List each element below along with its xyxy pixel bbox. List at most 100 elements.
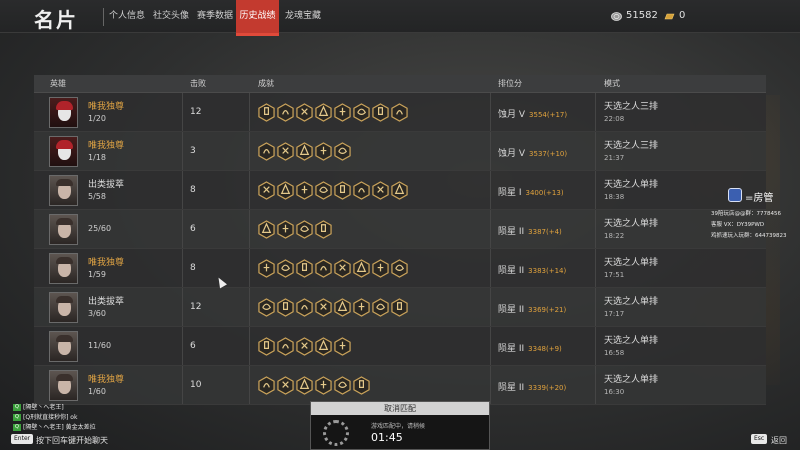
table-row[interactable]: 唯我独尊 1/59 8 陨星 II 3383(+14) 天选之人单排 17:51 [34, 249, 766, 288]
achievement-badge-icon[interactable] [372, 181, 389, 200]
achievement-badge-icon[interactable] [372, 103, 389, 122]
rank-name: 陨星 I [498, 188, 522, 198]
game-mode: 天选之人三排 [604, 102, 659, 112]
achievement-badge-icon[interactable] [315, 259, 332, 278]
chat-line: Q [Q刑就直接秒你] ok [13, 412, 77, 421]
match-time: 16:30 [604, 388, 625, 396]
game-mode: 天选之人三排 [604, 141, 659, 151]
tab-match-history[interactable]: 历史战绩 [236, 0, 279, 36]
kill-count: 8 [190, 185, 196, 195]
achievement-badge-icon[interactable] [258, 376, 275, 395]
achievement-list [258, 298, 410, 318]
achievement-badge-icon[interactable] [277, 220, 294, 239]
table-row[interactable]: 出类拔萃 5/58 8 陨星 I 3400(+13) 天选之人单排 18:38 [34, 171, 766, 210]
col-kills: 击败 [190, 79, 206, 88]
column-divider [595, 327, 596, 365]
chat-text: [Q刑就直接秒你] ok [23, 414, 78, 421]
achievement-badge-icon[interactable] [277, 337, 294, 356]
achievement-badge-icon[interactable] [391, 181, 408, 200]
placement-record: 1/18 [88, 153, 106, 162]
column-divider [595, 132, 596, 170]
achievement-badge-icon[interactable] [315, 337, 332, 356]
achievement-badge-icon[interactable] [334, 376, 351, 395]
tab-season-data[interactable]: 赛季数据 [194, 0, 236, 33]
achievement-badge-icon[interactable] [258, 142, 275, 161]
achievement-badge-icon[interactable] [315, 142, 332, 161]
achievement-badge-icon[interactable] [296, 142, 313, 161]
col-rank-score: 排位分 [498, 79, 522, 88]
match-time: 18:22 [604, 232, 625, 240]
rank-score: 3537(+10) [529, 150, 568, 158]
achievement-badge-icon[interactable] [372, 259, 389, 278]
achievement-badge-icon[interactable] [391, 298, 408, 317]
back-button[interactable]: 返回 [771, 435, 787, 446]
achievement-badge-icon[interactable] [315, 220, 332, 239]
hero-title: 出类拔萃 [88, 180, 125, 190]
achievement-badge-icon[interactable] [258, 298, 275, 317]
achievement-badge-icon[interactable] [353, 259, 370, 278]
rank-tier: 蚀月 V 3554(+17) [498, 107, 567, 120]
achievement-badge-icon[interactable] [315, 103, 332, 122]
table-body: 唯我独尊 1/20 12 蚀月 V 3554(+17) 天选之人三排 22:08 … [34, 93, 766, 405]
achievement-badge-icon[interactable] [353, 298, 370, 317]
achievement-badge-icon[interactable] [277, 376, 294, 395]
hero-title: 唯我独尊 [88, 102, 125, 112]
tab-dragon-treasure[interactable]: 龙魂宝藏 [282, 0, 324, 33]
table-row[interactable]: 唯我独尊 1/20 12 蚀月 V 3554(+17) 天选之人三排 22:08 [34, 93, 766, 132]
achievement-badge-icon[interactable] [277, 142, 294, 161]
achievement-badge-icon[interactable] [277, 259, 294, 278]
achievement-badge-icon[interactable] [334, 337, 351, 356]
achievement-badge-icon[interactable] [277, 298, 294, 317]
table-row[interactable]: 出类拔萃 3/60 12 陨星 II 3369(+21) 天选之人单排 17:17 [34, 288, 766, 327]
achievement-badge-icon[interactable] [315, 298, 332, 317]
table-row[interactable]: 11/60 6 陨星 II 3348(+9) 天选之人单排 16:58 [34, 327, 766, 366]
column-divider [595, 93, 596, 131]
rank-tier: 陨星 II 3348(+9) [498, 341, 562, 354]
achievement-badge-icon[interactable] [334, 259, 351, 278]
achievement-badge-icon[interactable] [391, 103, 408, 122]
achievement-badge-icon[interactable] [277, 103, 294, 122]
rank-name: 蚀月 V [498, 110, 526, 120]
achievement-badge-icon[interactable] [372, 298, 389, 317]
table-header: 英雄 击败 成就 排位分 模式 [34, 75, 766, 93]
achievement-badge-icon[interactable] [334, 103, 351, 122]
achievement-badge-icon[interactable] [296, 220, 313, 239]
achievement-badge-icon[interactable] [258, 181, 275, 200]
hero-title: 唯我独尊 [88, 375, 125, 385]
achievement-badge-icon[interactable] [296, 298, 313, 317]
achievement-badge-icon[interactable] [296, 103, 313, 122]
column-divider [182, 93, 183, 131]
achievement-badge-icon[interactable] [391, 259, 408, 278]
placement-record: 1/60 [88, 387, 106, 396]
achievement-badge-icon[interactable] [258, 220, 275, 239]
achievement-badge-icon[interactable] [296, 259, 313, 278]
achievement-badge-icon[interactable] [353, 181, 370, 200]
hero-title: 唯我独尊 [88, 258, 125, 268]
col-mode: 模式 [604, 79, 620, 88]
achievement-badge-icon[interactable] [277, 181, 294, 200]
column-divider [249, 249, 250, 287]
achievement-badge-icon[interactable] [334, 142, 351, 161]
rank-name: 蚀月 V [498, 149, 526, 159]
achievement-badge-icon[interactable] [334, 298, 351, 317]
achievement-badge-icon[interactable] [353, 103, 370, 122]
table-row[interactable]: 25/60 6 陨星 II 3387(+4) 天选之人单排 18:22 [34, 210, 766, 249]
achievement-badge-icon[interactable] [353, 376, 370, 395]
cancel-match-button[interactable]: 取消匹配 [311, 402, 489, 415]
achievement-badge-icon[interactable] [296, 337, 313, 356]
achievement-badge-icon[interactable] [334, 181, 351, 200]
table-row[interactable]: 唯我独尊 1/60 10 陨星 II 3339(+20) 天选之人单排 16:30 [34, 366, 766, 405]
achievement-badge-icon[interactable] [296, 376, 313, 395]
chat-line: Q [隔壁丶へ老王] 黄金太差拉 [13, 422, 96, 431]
achievement-badge-icon[interactable] [258, 103, 275, 122]
tab-social-avatar[interactable]: 社交头像 [150, 0, 192, 33]
achievement-badge-icon[interactable] [315, 376, 332, 395]
achievement-badge-icon[interactable] [315, 181, 332, 200]
achievement-badge-icon[interactable] [296, 181, 313, 200]
column-divider [249, 171, 250, 209]
tab-personal-info[interactable]: 个人信息 [106, 0, 148, 33]
table-row[interactable]: 唯我独尊 1/18 3 蚀月 V 3537(+10) 天选之人三排 21:37 [34, 132, 766, 171]
achievement-badge-icon[interactable] [258, 259, 275, 278]
esc-key-button[interactable]: Esc [751, 434, 768, 444]
achievement-badge-icon[interactable] [258, 337, 275, 356]
